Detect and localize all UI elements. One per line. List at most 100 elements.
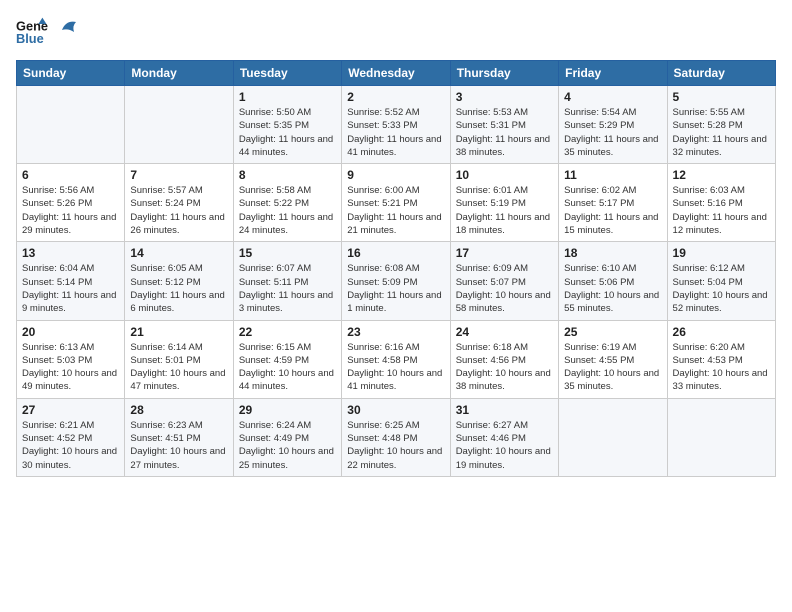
calendar-cell: 19 Sunrise: 6:12 AMSunset: 5:04 PMDayligh…	[667, 242, 775, 320]
calendar-cell: 29 Sunrise: 6:24 AMSunset: 4:49 PMDayligh…	[233, 398, 341, 476]
day-info: Sunrise: 5:52 AMSunset: 5:33 PMDaylight:…	[347, 106, 444, 159]
day-info: Sunrise: 6:25 AMSunset: 4:48 PMDaylight:…	[347, 419, 444, 472]
day-info: Sunrise: 6:04 AMSunset: 5:14 PMDaylight:…	[22, 262, 119, 315]
svg-text:Blue: Blue	[16, 31, 44, 46]
day-info: Sunrise: 6:09 AMSunset: 5:07 PMDaylight:…	[456, 262, 553, 315]
day-info: Sunrise: 6:21 AMSunset: 4:52 PMDaylight:…	[22, 419, 119, 472]
day-number: 23	[347, 325, 444, 339]
day-info: Sunrise: 6:14 AMSunset: 5:01 PMDaylight:…	[130, 341, 227, 394]
calendar-cell: 9 Sunrise: 6:00 AMSunset: 5:21 PMDaylight…	[342, 164, 450, 242]
column-header-thursday: Thursday	[450, 61, 558, 86]
day-number: 5	[673, 90, 770, 104]
calendar-cell: 28Sunrise: 6:23 AMSunset: 4:51 PMDayligh…	[125, 398, 233, 476]
logo-bird-icon	[58, 16, 80, 38]
day-number: 25	[564, 325, 661, 339]
logo: General Blue	[16, 16, 80, 48]
calendar-cell: 20 Sunrise: 6:13 AMSunset: 5:03 PMDayligh…	[17, 320, 125, 398]
calendar-cell: 27 Sunrise: 6:21 AMSunset: 4:52 PMDayligh…	[17, 398, 125, 476]
calendar-cell: 24 Sunrise: 6:18 AMSunset: 4:56 PMDayligh…	[450, 320, 558, 398]
calendar-cell	[667, 398, 775, 476]
calendar-cell: 5Sunrise: 5:55 AMSunset: 5:28 PMDaylight…	[667, 86, 775, 164]
column-header-wednesday: Wednesday	[342, 61, 450, 86]
day-info: Sunrise: 6:24 AMSunset: 4:49 PMDaylight:…	[239, 419, 336, 472]
calendar-cell	[17, 86, 125, 164]
calendar-week-row: 6 Sunrise: 5:56 AMSunset: 5:26 PMDaylight…	[17, 164, 776, 242]
calendar-week-row: 27 Sunrise: 6:21 AMSunset: 4:52 PMDayligh…	[17, 398, 776, 476]
day-number: 18	[564, 246, 661, 260]
calendar-cell: 30Sunrise: 6:25 AMSunset: 4:48 PMDayligh…	[342, 398, 450, 476]
day-number: 27	[22, 403, 119, 417]
day-number: 6	[22, 168, 119, 182]
calendar-cell: 8Sunrise: 5:58 AMSunset: 5:22 PMDaylight…	[233, 164, 341, 242]
calendar-cell: 31 Sunrise: 6:27 AMSunset: 4:46 PMDayligh…	[450, 398, 558, 476]
day-number: 24	[456, 325, 553, 339]
calendar-cell: 18Sunrise: 6:10 AMSunset: 5:06 PMDayligh…	[559, 242, 667, 320]
day-number: 8	[239, 168, 336, 182]
day-info: Sunrise: 5:53 AMSunset: 5:31 PMDaylight:…	[456, 106, 553, 159]
column-header-tuesday: Tuesday	[233, 61, 341, 86]
day-number: 31	[456, 403, 553, 417]
calendar-cell: 15 Sunrise: 6:07 AMSunset: 5:11 PMDayligh…	[233, 242, 341, 320]
day-info: Sunrise: 6:07 AMSunset: 5:11 PMDaylight:…	[239, 262, 336, 315]
calendar-cell: 21 Sunrise: 6:14 AMSunset: 5:01 PMDayligh…	[125, 320, 233, 398]
day-number: 11	[564, 168, 661, 182]
day-number: 15	[239, 246, 336, 260]
column-header-sunday: Sunday	[17, 61, 125, 86]
calendar-week-row: 1Sunrise: 5:50 AMSunset: 5:35 PMDaylight…	[17, 86, 776, 164]
calendar-cell: 10Sunrise: 6:01 AMSunset: 5:19 PMDayligh…	[450, 164, 558, 242]
calendar-week-row: 20 Sunrise: 6:13 AMSunset: 5:03 PMDayligh…	[17, 320, 776, 398]
day-info: Sunrise: 6:12 AMSunset: 5:04 PMDaylight:…	[673, 262, 770, 315]
day-number: 20	[22, 325, 119, 339]
day-info: Sunrise: 5:56 AMSunset: 5:26 PMDaylight:…	[22, 184, 119, 237]
calendar-cell	[125, 86, 233, 164]
day-info: Sunrise: 6:19 AMSunset: 4:55 PMDaylight:…	[564, 341, 661, 394]
day-number: 4	[564, 90, 661, 104]
logo-icon: General Blue	[16, 16, 48, 48]
day-number: 19	[673, 246, 770, 260]
day-info: Sunrise: 6:02 AMSunset: 5:17 PMDaylight:…	[564, 184, 661, 237]
day-number: 7	[130, 168, 227, 182]
day-info: Sunrise: 5:57 AMSunset: 5:24 PMDaylight:…	[130, 184, 227, 237]
day-info: Sunrise: 6:03 AMSunset: 5:16 PMDaylight:…	[673, 184, 770, 237]
day-info: Sunrise: 6:23 AMSunset: 4:51 PMDaylight:…	[130, 419, 227, 472]
day-info: Sunrise: 6:27 AMSunset: 4:46 PMDaylight:…	[456, 419, 553, 472]
calendar-cell: 26Sunrise: 6:20 AMSunset: 4:53 PMDayligh…	[667, 320, 775, 398]
calendar-cell: 3 Sunrise: 5:53 AMSunset: 5:31 PMDaylight…	[450, 86, 558, 164]
day-info: Sunrise: 6:18 AMSunset: 4:56 PMDaylight:…	[456, 341, 553, 394]
calendar-cell: 25 Sunrise: 6:19 AMSunset: 4:55 PMDayligh…	[559, 320, 667, 398]
calendar-cell: 22 Sunrise: 6:15 AMSunset: 4:59 PMDayligh…	[233, 320, 341, 398]
day-number: 9	[347, 168, 444, 182]
calendar-cell: 12 Sunrise: 6:03 AMSunset: 5:16 PMDayligh…	[667, 164, 775, 242]
column-header-friday: Friday	[559, 61, 667, 86]
calendar-cell: 6 Sunrise: 5:56 AMSunset: 5:26 PMDaylight…	[17, 164, 125, 242]
day-info: Sunrise: 6:15 AMSunset: 4:59 PMDaylight:…	[239, 341, 336, 394]
column-header-saturday: Saturday	[667, 61, 775, 86]
day-number: 22	[239, 325, 336, 339]
day-number: 12	[673, 168, 770, 182]
calendar-cell: 23 Sunrise: 6:16 AMSunset: 4:58 PMDayligh…	[342, 320, 450, 398]
day-info: Sunrise: 5:54 AMSunset: 5:29 PMDaylight:…	[564, 106, 661, 159]
calendar-cell: 2 Sunrise: 5:52 AMSunset: 5:33 PMDaylight…	[342, 86, 450, 164]
day-info: Sunrise: 6:13 AMSunset: 5:03 PMDaylight:…	[22, 341, 119, 394]
day-info: Sunrise: 6:01 AMSunset: 5:19 PMDaylight:…	[456, 184, 553, 237]
calendar-cell: 16Sunrise: 6:08 AMSunset: 5:09 PMDayligh…	[342, 242, 450, 320]
day-number: 17	[456, 246, 553, 260]
day-info: Sunrise: 6:08 AMSunset: 5:09 PMDaylight:…	[347, 262, 444, 315]
page-header: General Blue	[16, 16, 776, 48]
day-info: Sunrise: 6:20 AMSunset: 4:53 PMDaylight:…	[673, 341, 770, 394]
day-number: 2	[347, 90, 444, 104]
calendar-header-row: SundayMondayTuesdayWednesdayThursdayFrid…	[17, 61, 776, 86]
day-number: 13	[22, 246, 119, 260]
day-info: Sunrise: 6:16 AMSunset: 4:58 PMDaylight:…	[347, 341, 444, 394]
calendar-cell: 1Sunrise: 5:50 AMSunset: 5:35 PMDaylight…	[233, 86, 341, 164]
day-number: 3	[456, 90, 553, 104]
calendar-cell	[559, 398, 667, 476]
day-number: 29	[239, 403, 336, 417]
column-header-monday: Monday	[125, 61, 233, 86]
day-number: 21	[130, 325, 227, 339]
calendar-cell: 7 Sunrise: 5:57 AMSunset: 5:24 PMDaylight…	[125, 164, 233, 242]
day-info: Sunrise: 6:00 AMSunset: 5:21 PMDaylight:…	[347, 184, 444, 237]
calendar-cell: 11 Sunrise: 6:02 AMSunset: 5:17 PMDayligh…	[559, 164, 667, 242]
day-info: Sunrise: 5:50 AMSunset: 5:35 PMDaylight:…	[239, 106, 336, 159]
day-info: Sunrise: 6:05 AMSunset: 5:12 PMDaylight:…	[130, 262, 227, 315]
